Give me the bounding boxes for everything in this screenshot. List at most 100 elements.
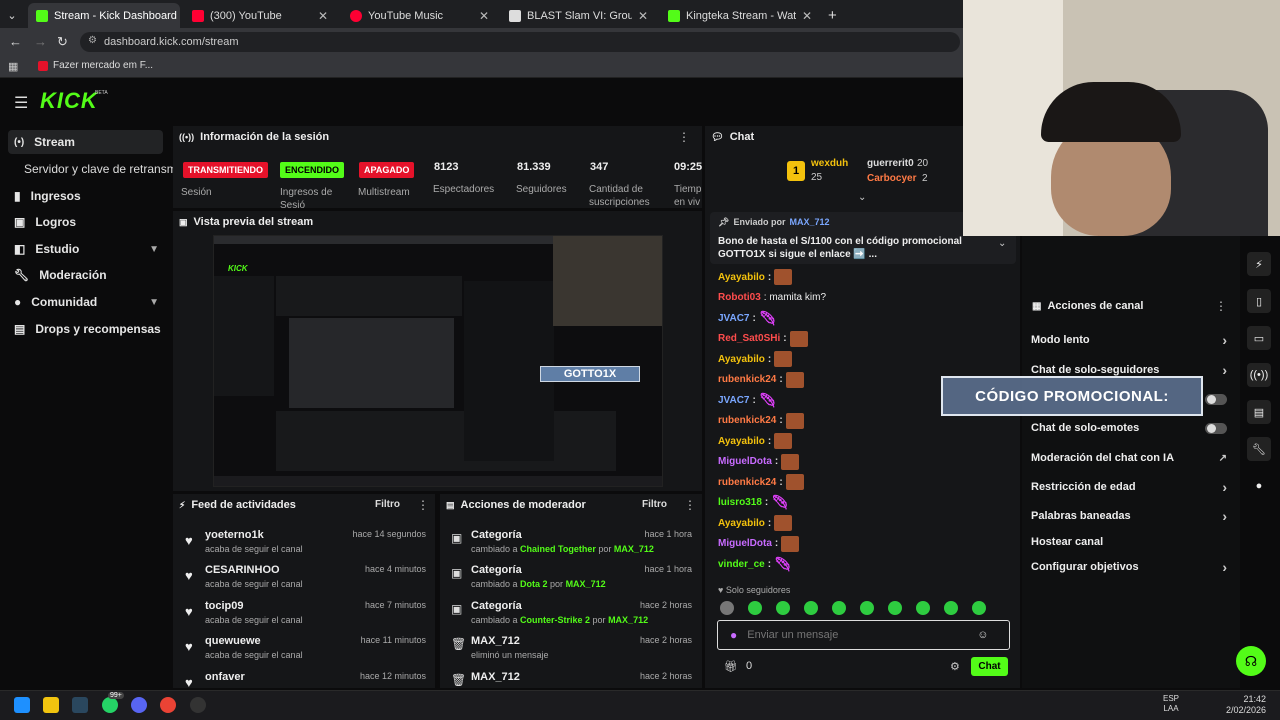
broadcast-icon[interactable]: ((•)) xyxy=(1247,363,1271,387)
action-goals[interactable]: Configurar objetivos › xyxy=(1031,557,1227,577)
emote-icon[interactable] xyxy=(832,601,846,615)
more-options-icon[interactable]: ⋮ xyxy=(678,130,690,144)
chat-username[interactable]: JVAC7 xyxy=(718,313,750,324)
emote-icon[interactable] xyxy=(860,601,874,615)
apps-grid-icon[interactable]: ▦ xyxy=(8,60,18,73)
sidebar-item-moderacion[interactable]: 🔧︎ Moderación xyxy=(8,263,163,287)
reload-icon[interactable]: ↻ xyxy=(57,34,68,50)
emote-icon[interactable] xyxy=(916,601,930,615)
feed-user[interactable]: CESARINHOO xyxy=(205,564,280,576)
lightning-icon[interactable]: ⚡︎ xyxy=(1247,252,1271,276)
windows-start-icon[interactable] xyxy=(14,697,30,713)
emote-icon[interactable] xyxy=(804,601,818,615)
new-tab-button[interactable]: + xyxy=(820,3,840,28)
sidebar-item-comunidad[interactable]: ● Comunidad ▼ xyxy=(8,290,163,314)
emote-icon[interactable] xyxy=(748,601,762,615)
toggle-switch[interactable] xyxy=(1205,393,1227,405)
action-emotes-only[interactable]: Chat de solo-emotes xyxy=(1031,418,1227,438)
expand-leaders-icon[interactable]: ⌄ xyxy=(858,192,866,203)
action-host-channel[interactable]: Hostear canal xyxy=(1031,532,1227,552)
leader-name[interactable]: Carbocyer xyxy=(867,173,916,184)
chevron-down-icon[interactable]: ▼ xyxy=(149,297,159,308)
site-info-icon[interactable]: ⚙ xyxy=(88,35,97,46)
chat-settings-icon[interactable]: ⚙ xyxy=(950,660,960,673)
menu-icon[interactable]: ☰ xyxy=(14,93,28,113)
mod-action-title[interactable]: MAX_712 xyxy=(471,671,520,683)
list-item[interactable]: ♥ tocip09 acaba de seguir el canal hace 7 m… xyxy=(180,600,430,634)
feed-user[interactable]: quewuewe xyxy=(205,635,261,647)
url-input[interactable]: ⚙ dashboard.kick.com/stream xyxy=(80,32,960,52)
list-item[interactable]: ♥ yoeterno1k acaba de seguir el canal hace … xyxy=(180,529,430,563)
more-options-icon[interactable]: ⋮ xyxy=(1215,299,1227,313)
sidebar-item-stream[interactable]: (•) Stream xyxy=(8,130,163,154)
forward-icon[interactable]: → xyxy=(34,34,47,49)
chevron-down-icon[interactable]: ⌄ xyxy=(998,238,1006,249)
chat-username[interactable]: Red_Sat0SHi xyxy=(718,333,780,344)
chat-username[interactable]: rubenkick24 xyxy=(718,415,776,426)
sidebar-item-logros[interactable]: ▣ Logros xyxy=(8,210,163,234)
chat-username[interactable]: Ayayabilo xyxy=(718,436,765,447)
chevron-down-icon[interactable]: ▼ xyxy=(149,244,159,255)
support-headset-icon[interactable]: ☊ xyxy=(1236,646,1266,676)
pinned-by-user[interactable]: MAX_712 xyxy=(789,217,829,228)
close-tab-icon[interactable]: ✕ xyxy=(802,9,812,23)
chat-username[interactable]: MiguelDota xyxy=(718,456,772,467)
tab-youtube-music[interactable]: YouTube Music ✕ xyxy=(342,3,497,28)
mod-filter-button[interactable]: Filtro xyxy=(642,499,667,510)
language-indicator[interactable]: ESP LAA xyxy=(1163,694,1179,714)
feed-filter-button[interactable]: Filtro xyxy=(375,499,400,510)
chat-username[interactable]: rubenkick24 xyxy=(718,477,776,488)
mod-detail-by[interactable]: MAX_712 xyxy=(566,579,606,589)
toggle-switch[interactable] xyxy=(1205,422,1227,434)
close-tab-icon[interactable]: ✕ xyxy=(318,9,328,23)
chat-username[interactable]: MiguelDota xyxy=(718,538,772,549)
chat-message-field[interactable] xyxy=(747,629,968,641)
file-explorer-icon[interactable] xyxy=(43,697,59,713)
document-icon[interactable]: ▯ xyxy=(1247,289,1271,313)
tab-kingteka[interactable]: Kingteka Stream - Watch Live o ✕ xyxy=(660,3,820,28)
wrench-icon[interactable]: 🔧︎ xyxy=(1247,437,1271,461)
whatsapp-icon[interactable] xyxy=(102,697,118,713)
mic-icon[interactable]: ● xyxy=(730,628,737,642)
mod-detail-by[interactable]: MAX_712 xyxy=(614,544,654,554)
feed-user[interactable]: yoeterno1k xyxy=(205,529,264,541)
more-options-icon[interactable]: ⋮ xyxy=(417,498,429,512)
sidebar-item-ingresos[interactable]: ▮ Ingresos xyxy=(8,184,163,208)
bookmark-item[interactable]: Fazer mercado em F... xyxy=(38,60,153,71)
community-icon[interactable]: ● xyxy=(1247,474,1271,498)
list-item[interactable]: ♥ CESARINHOO acaba de seguir el canal hace … xyxy=(180,564,430,598)
sidebar-item-estudio[interactable]: ◧ Estudio ▼ xyxy=(8,237,163,261)
chat-username[interactable]: rubenkick24 xyxy=(718,374,776,385)
sidebar-item-server-key[interactable]: Servidor y clave de retransm xyxy=(18,157,188,181)
action-ai-moderation[interactable]: Moderación del chat con IA ↗ xyxy=(1031,448,1227,468)
close-tab-icon[interactable]: ✕ xyxy=(638,9,648,23)
stream-preview-video[interactable]: KICK GOTTO1X xyxy=(213,235,663,487)
chat-input[interactable]: ● ☺ xyxy=(717,620,1010,650)
channel-points[interactable]: 🎁︎ 0 xyxy=(724,660,752,673)
list-item[interactable]: ♥ quewuewe acaba de seguir el canal hace 11… xyxy=(180,635,430,669)
chat-bubble-icon[interactable]: ▭ xyxy=(1247,326,1271,350)
discord-icon[interactable] xyxy=(131,697,147,713)
tab-blast[interactable]: BLAST Slam VI: Group Stage - L ✕ xyxy=(501,3,656,28)
action-slow-mode[interactable]: Modo lento › xyxy=(1031,330,1227,350)
kick-logo[interactable]: KICK xyxy=(40,88,98,114)
emote-icon[interactable] xyxy=(720,601,734,615)
feed-user[interactable]: onfaver xyxy=(205,671,245,683)
chat-username[interactable]: Ayayabilo xyxy=(718,518,765,529)
chat-username[interactable]: Roboti03 xyxy=(718,292,761,303)
leader-name[interactable]: guerrerit0 xyxy=(867,158,914,169)
emote-icon[interactable] xyxy=(776,601,790,615)
mod-detail-by[interactable]: MAX_712 xyxy=(608,615,648,625)
chat-username[interactable]: luisro318 xyxy=(718,497,762,508)
emote-bar[interactable] xyxy=(720,601,1010,615)
emote-icon[interactable] xyxy=(944,601,958,615)
emoji-icon[interactable]: ☺ xyxy=(977,629,988,641)
action-banned-words[interactable]: Palabras baneadas › xyxy=(1031,506,1227,526)
more-options-icon[interactable]: ⋮ xyxy=(684,498,696,512)
chat-username[interactable]: vinder_ce xyxy=(718,559,765,570)
system-clock[interactable]: 21:42 2/02/2026 xyxy=(1226,694,1266,716)
chat-username[interactable]: JVAC7 xyxy=(718,395,750,406)
status-badge-revenue[interactable]: ENCENDIDO xyxy=(280,162,345,178)
obs-icon[interactable] xyxy=(190,697,206,713)
close-tab-icon[interactable]: ✕ xyxy=(479,9,489,23)
